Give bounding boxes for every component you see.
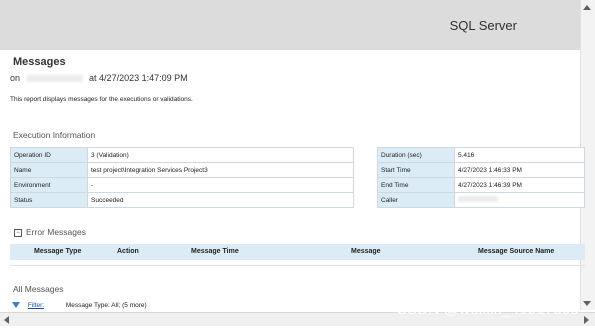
filter-row: Filter: Message Type: All; (5 more) — [12, 302, 147, 309]
operation-id-label: Operation ID — [10, 147, 88, 163]
name-label: Name — [10, 162, 88, 178]
execution-info-left-table: Operation ID 3 (Validation) Name test pr… — [10, 147, 354, 208]
start-time-value: 4/27/2023 1:46:33 PM — [454, 162, 585, 178]
on-label: on — [10, 73, 21, 83]
filter-icon[interactable] — [12, 302, 20, 309]
col-message[interactable]: Message — [351, 248, 381, 255]
server-name-redacted — [26, 75, 83, 83]
status-label: Status — [10, 192, 88, 208]
table-row: Operation ID 3 (Validation) — [10, 147, 354, 163]
environment-value: - — [87, 177, 354, 193]
table-row: Status Succeeded — [10, 192, 354, 208]
table-row: End Time 4/27/2023 1:46:39 PM — [377, 177, 585, 193]
end-time-label: End Time — [377, 177, 455, 193]
report-timestamp: at 4/27/2023 1:47:09 PM — [89, 73, 188, 83]
watermark-text: CSDN @weixin_41917303 — [396, 301, 579, 318]
scroll-right-icon[interactable] — [584, 316, 589, 324]
table-row: Duration (sec) 5.416 — [377, 147, 585, 163]
filter-summary: Message Type: All; (5 more) — [65, 302, 147, 309]
col-message-time[interactable]: Message Time — [191, 248, 239, 255]
report-description: This report displays messages for the ex… — [10, 96, 193, 103]
collapse-toggle-icon[interactable]: − — [14, 229, 22, 237]
col-action[interactable]: Action — [117, 248, 139, 255]
table-row: Start Time 4/27/2023 1:46:33 PM — [377, 162, 585, 178]
col-message-source-name[interactable]: Message Source Name — [478, 248, 554, 255]
status-value: Succeeded — [87, 192, 354, 208]
error-messages-heading[interactable]: Error Messages — [26, 227, 86, 237]
start-time-label: Start Time — [377, 162, 455, 178]
scroll-down-icon[interactable] — [583, 301, 591, 306]
caller-value — [454, 192, 585, 208]
duration-value: 5.416 — [454, 147, 585, 163]
table-row: Name test project\Integration Services P… — [10, 162, 354, 178]
error-messages-table-header: Message Type Action Message Time Message… — [10, 244, 585, 260]
operation-id-value: 3 (Validation) — [87, 147, 354, 163]
name-value: test project\Integration Services Projec… — [87, 162, 354, 178]
end-time-value: 4/27/2023 1:46:39 PM — [454, 177, 585, 193]
table-row: Environment - — [10, 177, 354, 193]
scroll-up-icon[interactable] — [583, 5, 591, 10]
col-message-type[interactable]: Message Type — [34, 248, 81, 255]
report-banner: SQL Server — [0, 0, 580, 50]
all-messages-heading: All Messages — [13, 284, 64, 294]
caller-label: Caller — [377, 192, 455, 208]
environment-label: Environment — [10, 177, 88, 193]
table-row: Caller — [377, 192, 585, 208]
filter-link[interactable]: Filter: — [28, 302, 44, 309]
caller-redacted — [458, 196, 498, 202]
execution-info-right-table: Duration (sec) 5.416 Start Time 4/27/202… — [377, 147, 585, 208]
brand-title: SQL Server — [449, 18, 517, 33]
report-subline: on at 4/27/2023 1:47:09 PM — [10, 73, 188, 83]
error-messages-table-body — [10, 260, 585, 266]
page-title: Messages — [13, 56, 66, 68]
execution-info-heading: Execution Information — [13, 130, 96, 140]
duration-label: Duration (sec) — [377, 147, 455, 163]
scroll-left-icon[interactable] — [4, 316, 9, 324]
